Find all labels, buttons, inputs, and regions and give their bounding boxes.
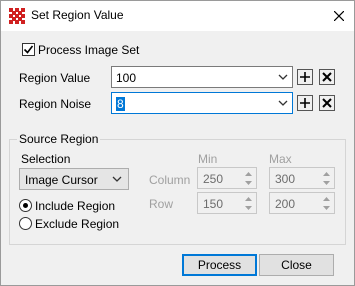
- column-max-value[interactable]: 300: [275, 172, 295, 186]
- region-noise-combo[interactable]: 8: [111, 92, 293, 114]
- plus-icon: [300, 72, 310, 82]
- row-min-spinner[interactable]: 150: [197, 192, 257, 214]
- delete-x-icon: [322, 98, 332, 108]
- spinner-arrows[interactable]: [242, 194, 255, 212]
- spinner-arrows[interactable]: [320, 169, 333, 187]
- row-min-value[interactable]: 150: [203, 197, 223, 211]
- title-bar[interactable]: Set Region Value: [1, 1, 354, 31]
- row-max-value[interactable]: 200: [275, 197, 295, 211]
- delete-x-icon: [322, 72, 332, 82]
- close-icon: [334, 11, 344, 21]
- process-image-set-checkbox[interactable]: [22, 43, 35, 56]
- close-button[interactable]: Close: [259, 254, 334, 276]
- spinner-arrows[interactable]: [242, 169, 255, 187]
- region-noise-label: Region Noise: [19, 97, 92, 111]
- region-noise-text[interactable]: 8: [116, 97, 125, 111]
- chevron-down-icon[interactable]: [278, 97, 288, 109]
- include-region-label[interactable]: Include Region: [35, 199, 115, 213]
- checkmark-icon: [23, 45, 34, 54]
- region-value-text[interactable]: 100: [116, 71, 136, 85]
- region-value-add-button[interactable]: [297, 69, 313, 85]
- process-button[interactable]: Process: [182, 254, 257, 276]
- plus-icon: [300, 98, 310, 108]
- column-min-value[interactable]: 250: [203, 172, 223, 186]
- region-value-combo[interactable]: 100: [111, 66, 293, 88]
- radio-selected-dot: [23, 203, 28, 208]
- process-image-set-label[interactable]: Process Image Set: [38, 43, 139, 57]
- selection-dropdown[interactable]: Image Cursor: [19, 168, 129, 190]
- chevron-down-icon[interactable]: [278, 71, 288, 83]
- max-header: Max: [269, 152, 292, 166]
- window-title: Set Region Value: [31, 8, 124, 22]
- spin-up-icon[interactable]: [320, 169, 333, 178]
- region-value-label: Region Value: [19, 71, 91, 85]
- chevron-down-icon[interactable]: [112, 174, 122, 184]
- window-close-button[interactable]: [324, 1, 354, 31]
- selection-value[interactable]: Image Cursor: [25, 173, 98, 187]
- min-header: Min: [198, 152, 218, 166]
- column-min-spinner[interactable]: 250: [197, 167, 257, 189]
- source-region-title: Source Region: [17, 132, 101, 146]
- include-region-radio[interactable]: [19, 199, 32, 212]
- selection-label: Selection: [21, 152, 71, 166]
- spin-down-icon[interactable]: [320, 178, 333, 187]
- spin-up-icon[interactable]: [242, 194, 255, 203]
- region-noise-delete-button[interactable]: [319, 95, 335, 111]
- region-noise-text-wrap[interactable]: 8: [116, 97, 125, 111]
- spin-down-icon[interactable]: [242, 203, 255, 212]
- spin-down-icon[interactable]: [242, 178, 255, 187]
- row-label: Row: [149, 197, 174, 211]
- dialog-window: Set Region Value Process Image Set Regio…: [0, 0, 355, 286]
- exclude-region-label[interactable]: Exclude Region: [35, 217, 119, 231]
- spin-down-icon[interactable]: [320, 203, 333, 212]
- region-noise-add-button[interactable]: [297, 95, 313, 111]
- column-label: Column: [149, 173, 191, 187]
- app-icon: [9, 8, 25, 24]
- column-max-spinner[interactable]: 300: [269, 167, 335, 189]
- spin-up-icon[interactable]: [242, 169, 255, 178]
- row-max-spinner[interactable]: 200: [269, 192, 335, 214]
- region-value-delete-button[interactable]: [319, 69, 335, 85]
- spinner-arrows[interactable]: [320, 194, 333, 212]
- exclude-region-radio[interactable]: [19, 217, 32, 230]
- spin-up-icon[interactable]: [320, 194, 333, 203]
